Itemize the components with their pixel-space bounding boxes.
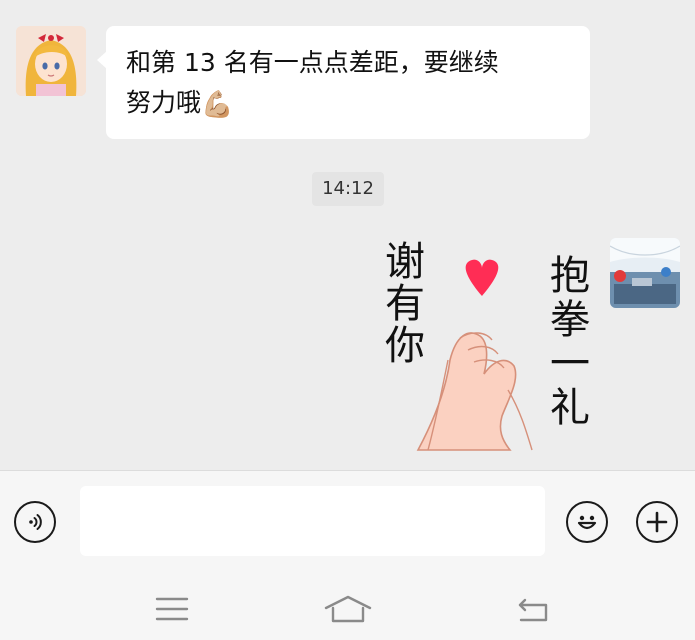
- message-input[interactable]: [80, 486, 545, 556]
- menu-icon: [155, 597, 189, 621]
- my-avatar[interactable]: [610, 238, 680, 308]
- more-button[interactable]: [636, 501, 678, 543]
- photo-avatar-icon: [610, 238, 680, 308]
- menu-button[interactable]: [147, 592, 197, 626]
- message-text-line2: 努力哦💪🏼: [126, 83, 572, 125]
- message-bubble[interactable]: 和第 13 名有一点点差距，要继续 努力哦💪🏼: [97, 26, 590, 139]
- home-button[interactable]: [323, 592, 373, 626]
- anime-girl-avatar-icon: [16, 26, 86, 96]
- sticker-message[interactable]: 感谢有你 抱拳一礼: [376, 198, 596, 460]
- voice-icon: [29, 514, 42, 530]
- smiley-icon: [577, 515, 597, 530]
- contact-avatar[interactable]: [16, 26, 86, 96]
- chat-area: 和第 13 名有一点点差距，要继续 努力哦💪🏼 14:12 感谢有你 抱拳一礼: [0, 0, 695, 470]
- flexed-biceps-emoji: 💪🏼: [201, 90, 234, 120]
- sticker-right-text: 抱拳一礼: [543, 254, 589, 430]
- message-text-line1: 和第 13 名有一点点差距，要继续: [126, 48, 499, 77]
- heart-icon: [465, 259, 499, 296]
- plus-icon: [646, 511, 668, 533]
- back-button[interactable]: [508, 592, 558, 626]
- home-icon: [324, 595, 372, 623]
- voice-button[interactable]: [14, 501, 56, 543]
- system-navigation-bar: [0, 570, 695, 640]
- sticker-left-text: 感谢有你: [378, 240, 425, 366]
- back-icon: [518, 598, 548, 622]
- timestamp: 14:12: [312, 172, 384, 206]
- emoji-button[interactable]: [566, 501, 608, 543]
- input-bar: [0, 470, 695, 570]
- message-text-line2-text: 努力哦: [126, 88, 202, 117]
- sticker-image: 感谢有你 抱拳一礼: [378, 198, 589, 451]
